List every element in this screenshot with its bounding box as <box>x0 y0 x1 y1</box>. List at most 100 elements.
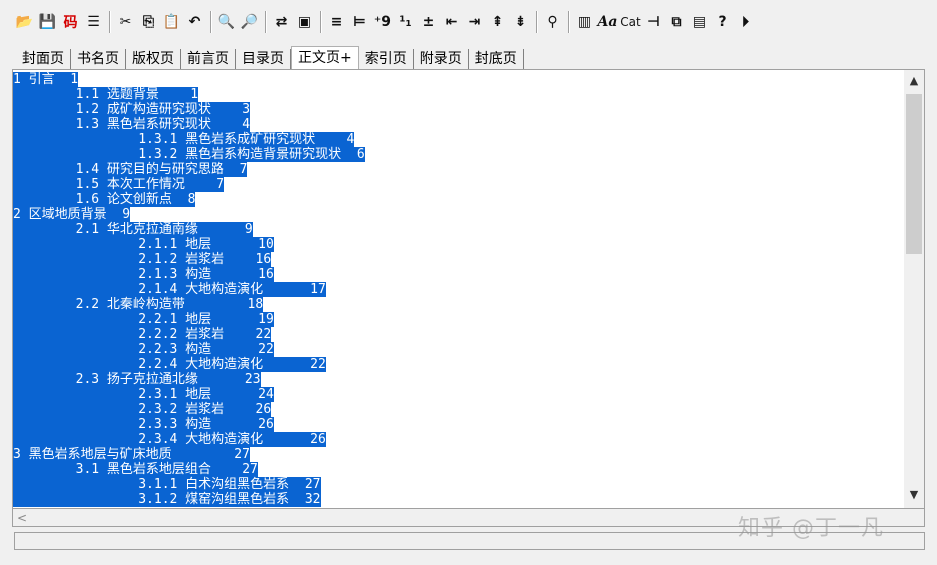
toc-line[interactable]: 3.1.2 煤窑沟组黑色岩系 32 <box>13 492 903 507</box>
toc-line[interactable]: 3.1 黑色岩系地层组合 27 <box>13 462 903 477</box>
toc-line[interactable]: 3.1.1 白术沟组黑色岩系 27 <box>13 477 903 492</box>
watermark: 知乎 @丁一凡 <box>738 516 884 541</box>
toc-line-text: 3.1.2 煤窑沟组黑色岩系 32 <box>13 492 321 507</box>
toc-text[interactable]: 1 引言 1 1.1 选题背景 1 1.2 成矿构造研究现状 3 1.3 黑色岩… <box>13 72 903 507</box>
undo-icon[interactable]: ↶ <box>184 11 205 33</box>
level-down-icon[interactable]: ⇟ <box>510 11 531 33</box>
toolbar-separator <box>320 11 322 33</box>
find-icon[interactable]: 🔍 <box>216 11 237 33</box>
toc-line[interactable]: 1.2 成矿构造研究现状 3 <box>13 102 903 117</box>
toc-line-text: 1.1 选题背景 1 <box>13 87 199 102</box>
toc-line[interactable]: 2.2.2 岩浆岩 22 <box>13 327 903 342</box>
indent-icon[interactable]: ⊨ <box>349 11 370 33</box>
toc-line[interactable]: 2.2 北秦岭构造带 18 <box>13 297 903 312</box>
replace-icon[interactable]: ⇄ <box>271 11 292 33</box>
paste-icon[interactable]: 📋 <box>161 11 182 33</box>
toc-line-text: 1.3.1 黑色岩系成矿研究现状 4 <box>13 132 355 147</box>
font-icon[interactable]: Aa <box>597 11 618 33</box>
scroll-up-icon[interactable]: ▲ <box>904 72 924 90</box>
plus-minus-icon[interactable]: ± <box>418 11 439 33</box>
exit-icon[interactable]: ⏵ <box>735 11 756 33</box>
toolbar-separator <box>536 11 538 33</box>
tab-4[interactable]: 前言页 <box>181 49 236 69</box>
cut-icon[interactable]: ✂ <box>115 11 136 33</box>
tab-9[interactable]: 封底页 <box>469 49 524 69</box>
toc-line[interactable]: 2.2.4 大地构造演化 22 <box>13 357 903 372</box>
toc-line[interactable]: 1.4 研究目的与研究思路 7 <box>13 162 903 177</box>
tab-5[interactable]: 目录页 <box>236 49 291 69</box>
toc-line[interactable]: 1.3 黑色岩系研究现状 4 <box>13 117 903 132</box>
tab-6[interactable]: 正文页+ <box>291 46 359 69</box>
outline-icon[interactable]: ☰ <box>83 11 104 33</box>
toc-line-text: 1.3.2 黑色岩系构造背景研究现状 6 <box>13 147 365 162</box>
tab-7[interactable]: 索引页 <box>359 49 414 69</box>
toc-line[interactable]: 2.2.1 地层 19 <box>13 312 903 327</box>
toc-line[interactable]: 1.5 本次工作情况 7 <box>13 177 903 192</box>
toc-line[interactable]: 2.3.3 构造 26 <box>13 417 903 432</box>
tab-2[interactable]: 书名页 <box>71 49 126 69</box>
scroll-down-icon[interactable]: ▼ <box>904 486 924 504</box>
align-left-icon[interactable]: ≡ <box>326 11 347 33</box>
toc-line[interactable]: 2.1.1 地层 10 <box>13 237 903 252</box>
toc-line-text: 2.3.2 岩浆岩 26 <box>13 402 272 417</box>
toc-line-text: 2.1.4 大地构造演化 17 <box>13 282 326 297</box>
scroll-left-icon[interactable]: < <box>17 509 27 527</box>
toc-line-text: 3.1 黑色岩系地层组合 27 <box>13 462 258 477</box>
page-setup-icon[interactable]: ▣ <box>294 11 315 33</box>
toc-line-text: 2.1 华北克拉通南缘 9 <box>13 222 253 237</box>
toc-line-text: 2.2.1 地层 19 <box>13 312 274 327</box>
number-icon[interactable]: ⁺9 <box>372 11 393 33</box>
toc-line[interactable]: 2.1.4 大地构造演化 17 <box>13 282 903 297</box>
toc-line[interactable]: 2.3.4 大地构造演化 26 <box>13 432 903 447</box>
toc-line[interactable]: 1 引言 1 <box>13 72 903 87</box>
toc-line[interactable]: 1.1 选题背景 1 <box>13 87 903 102</box>
copy-icon[interactable]: ⎘ <box>138 11 159 33</box>
find-next-icon[interactable]: 🔎 <box>239 11 260 33</box>
toc-line[interactable]: 2.1.3 构造 16 <box>13 267 903 282</box>
toc-line-text: 2.1.1 地层 10 <box>13 237 274 252</box>
open-icon[interactable]: 📂 <box>14 11 35 33</box>
toc-line-text: 2.2.3 构造 22 <box>13 342 274 357</box>
toc-line-text: 1.5 本次工作情况 7 <box>13 177 225 192</box>
toc-line-text: 2.1.3 构造 16 <box>13 267 274 282</box>
tab-3[interactable]: 版权页 <box>126 49 181 69</box>
tab-8[interactable]: 附录页 <box>414 49 469 69</box>
toc-line-text: 2.3 扬子克拉通北缘 23 <box>13 372 261 387</box>
toc-line[interactable]: 1.6 论文创新点 8 <box>13 192 903 207</box>
toc-line[interactable]: 1.3.2 黑色岩系构造背景研究现状 6 <box>13 147 903 162</box>
toolbar: 📂 💾 码 ☰ ✂ ⎘ 📋 ↶ 🔍 🔎 ⇄ ▣ ≡ ⊨ ⁺9 ¹₁ ± ⇤ ⇥ ⇞ ⇟ ⚲ ▥ Aa Cat ⊣ ⧉ ▤? ⏵ <box>0 0 937 44</box>
pin-icon[interactable]: ⊣ <box>643 11 664 33</box>
column-icon[interactable]: ▥ <box>574 11 595 33</box>
demote-icon[interactable]: ⇥ <box>464 11 485 33</box>
promote-icon[interactable]: ⇤ <box>441 11 462 33</box>
pdf-icon[interactable]: ⚲ <box>542 11 563 33</box>
vertical-scrollbar[interactable]: ▲ ▼ <box>904 70 924 508</box>
help-icon[interactable]: ? <box>712 11 733 33</box>
multi-level-icon[interactable]: ¹₁ <box>395 11 416 33</box>
page-tabs: 封面页 书名页 版权页 前言页 目录页 正文页+ 索引页 附录页 封底页 <box>16 46 524 69</box>
toc-line[interactable]: 3 黑色岩系地层与矿床地质 27 <box>13 447 903 462</box>
toolbar-separator <box>265 11 267 33</box>
preview-icon[interactable]: ▤ <box>689 11 710 33</box>
toc-line[interactable]: 2.1 华北克拉通南缘 9 <box>13 222 903 237</box>
toc-line[interactable]: 2.3.2 岩浆岩 26 <box>13 402 903 417</box>
toc-line-text: 2.2.2 岩浆岩 22 <box>13 327 272 342</box>
toc-line[interactable]: 2.2.3 构造 22 <box>13 342 903 357</box>
toc-line[interactable]: 2 区域地质背景 9 <box>13 207 903 222</box>
toc-line-text: 2.2 北秦岭构造带 18 <box>13 297 264 312</box>
save-icon[interactable]: 💾 <box>37 11 58 33</box>
toc-line[interactable]: 1.3.1 黑色岩系成矿研究现状 4 <box>13 132 903 147</box>
toolbar-separator <box>568 11 570 33</box>
tab-1[interactable]: 封面页 <box>16 49 71 69</box>
toc-line-text: 1.3 黑色岩系研究现状 4 <box>13 117 251 132</box>
code-icon[interactable]: 码 <box>60 11 81 33</box>
text-editor[interactable]: 1 引言 1 1.1 选题背景 1 1.2 成矿构造研究现状 3 1.3 黑色岩… <box>12 69 925 509</box>
scroll-thumb[interactable] <box>906 94 922 254</box>
toc-line[interactable]: 2.3 扬子克拉通北缘 23 <box>13 372 903 387</box>
toc-line[interactable]: 2.3.1 地层 24 <box>13 387 903 402</box>
window-icon[interactable]: ⧉ <box>666 11 687 33</box>
catalog-icon[interactable]: Cat <box>620 11 641 33</box>
toc-line[interactable]: 2.1.2 岩浆岩 16 <box>13 252 903 267</box>
level-up-icon[interactable]: ⇞ <box>487 11 508 33</box>
toc-line-text: 2.3.4 大地构造演化 26 <box>13 432 326 447</box>
